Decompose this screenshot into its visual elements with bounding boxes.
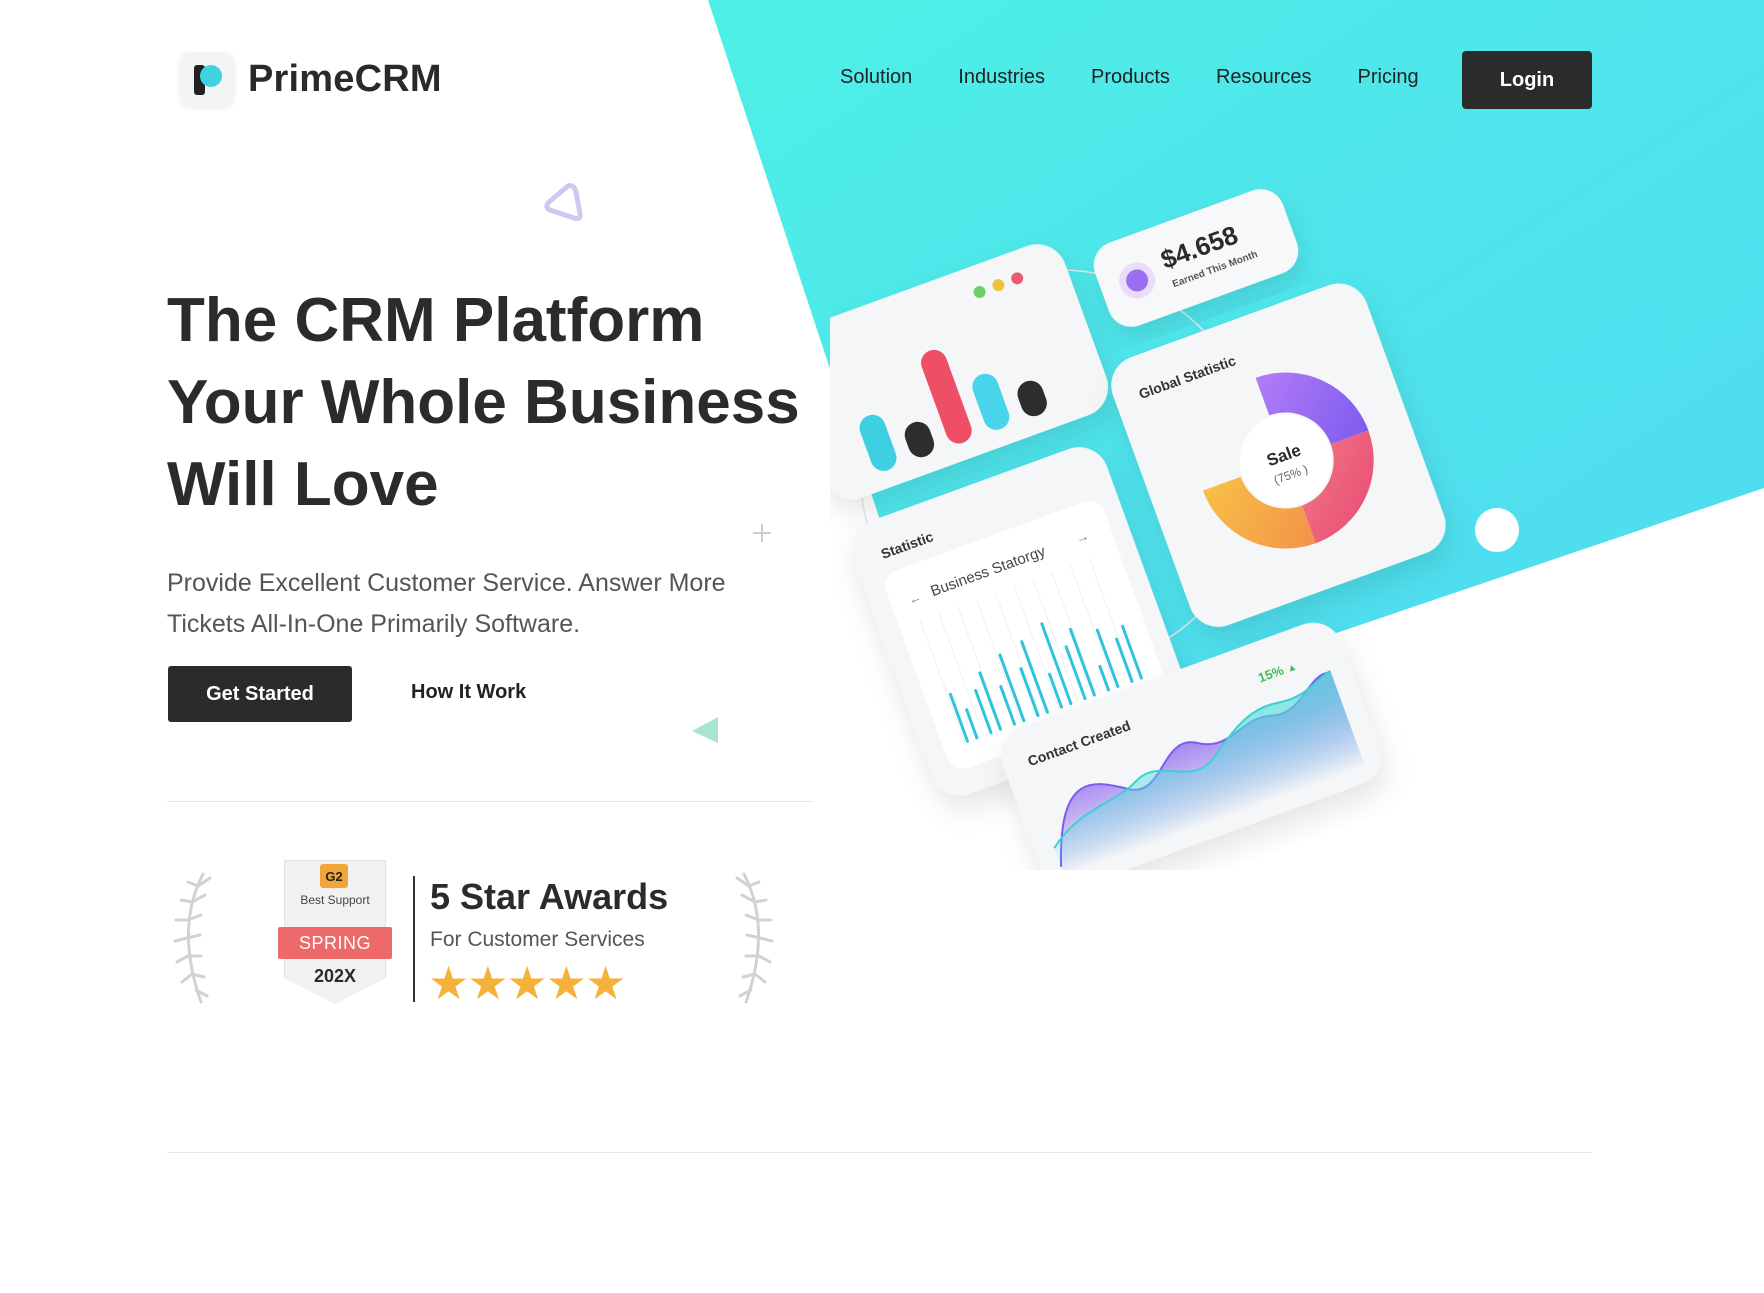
- brand-name: PrimeCRM: [248, 57, 442, 100]
- star-rating: ★★★★★: [428, 957, 626, 1009]
- brand-logo[interactable]: PrimeCRM: [180, 52, 442, 106]
- footer-divider: [167, 1152, 1592, 1153]
- headline-line-1: The CRM Platform: [167, 286, 705, 355]
- badge-season: SPRING: [278, 927, 392, 959]
- laurel-right-icon: [735, 872, 774, 1004]
- laurel-left-icon: [173, 872, 212, 1004]
- section-divider: [167, 801, 813, 802]
- g2-logo: G2: [320, 864, 348, 888]
- dashboard-illustration: $4.658 Earned This Month Statistic Busin…: [830, 189, 1519, 870]
- award-divider: [413, 876, 415, 1002]
- login-button[interactable]: Login: [1462, 51, 1592, 109]
- nav-item-solution[interactable]: Solution: [840, 66, 912, 89]
- nav-item-products[interactable]: Products: [1091, 66, 1170, 89]
- nav-item-industries[interactable]: Industries: [958, 66, 1045, 89]
- get-started-button[interactable]: Get Started: [168, 666, 352, 722]
- g2-award-badge: G2 Best Support SPRING 202X: [278, 860, 392, 1008]
- award-subtitle: For Customer Services: [430, 928, 645, 951]
- award-title: 5 Star Awards: [430, 876, 669, 917]
- main-nav: Solution Industries Products Resources P…: [840, 66, 1465, 89]
- triangle-outline-icon: [544, 183, 583, 221]
- headline-line-3: Will Love: [167, 450, 439, 519]
- hero-headline: The CRM Platform Your Whole Business Wil…: [167, 280, 867, 526]
- star-icon: ★: [428, 957, 469, 1009]
- star-icon: ★: [585, 957, 626, 1009]
- nav-item-resources[interactable]: Resources: [1216, 66, 1312, 89]
- nav-item-pricing[interactable]: Pricing: [1358, 66, 1419, 89]
- how-it-work-link[interactable]: How It Work: [411, 681, 526, 704]
- star-icon: ★: [467, 957, 508, 1009]
- logo-icon: [180, 52, 234, 106]
- triangle-solid-icon: [692, 717, 718, 743]
- badge-label: Best Support: [300, 893, 370, 907]
- star-icon: ★: [506, 957, 548, 1009]
- hero-subtext: Provide Excellent Customer Service. Answ…: [167, 569, 726, 638]
- badge-year: 202X: [313, 966, 357, 986]
- headline-line-2: Your Whole Business: [167, 368, 800, 437]
- star-icon: ★: [545, 957, 587, 1009]
